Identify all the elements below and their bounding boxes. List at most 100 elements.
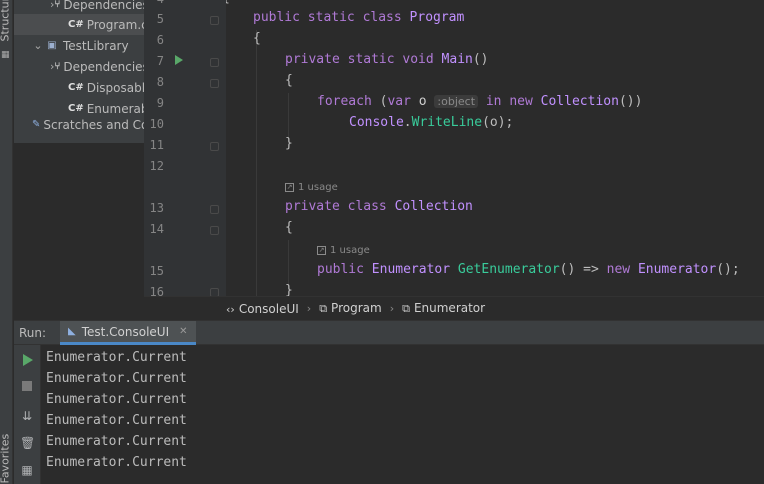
console-line: Enumerator.Current xyxy=(46,413,187,428)
usage-label: 1 usage xyxy=(298,182,338,193)
tree-item-testlibrary[interactable]: ⌄ ▣ TestLibrary xyxy=(14,35,144,56)
tree-item-dependencies-lib[interactable]: › ⑂ Dependencies xyxy=(14,56,144,77)
tree-item-dependencies[interactable]: › ⑂ Dependencies xyxy=(14,0,144,15)
line-number: 4 xyxy=(144,0,164,6)
breadcrumb-item-consoleui[interactable]: ‹› ConsoleUI xyxy=(226,302,299,316)
editor-gutter: 4 5 6 7 8 9 10 11 12 13 14 15 16 xyxy=(144,0,226,299)
punctuation: () xyxy=(472,52,489,67)
class-icon: ⧉ xyxy=(402,302,410,315)
type-name: Enumerator xyxy=(371,262,451,277)
method-name: Main xyxy=(441,52,473,67)
punctuation: ()) xyxy=(618,94,643,109)
code-line-8: { xyxy=(285,73,293,88)
usages-icon: ↗ xyxy=(285,183,294,192)
punctuation: ( xyxy=(371,94,388,109)
code-line-5: public static class Program xyxy=(253,10,464,25)
run-toolbar: ⇊ 🗑 ▦ xyxy=(14,345,41,484)
line-number: 7 xyxy=(156,54,164,68)
dependencies-icon: ⑂ xyxy=(54,61,61,72)
stop-button[interactable] xyxy=(22,381,32,391)
console-line: Enumerator.Current xyxy=(46,350,187,365)
breadcrumb-label: Program xyxy=(331,301,382,315)
code-editor[interactable]: { public static class Program { private … xyxy=(226,0,764,296)
run-gutter-icon[interactable] xyxy=(175,55,183,65)
favorites-tool-tab[interactable]: Favorites xyxy=(0,434,12,484)
project-icon: ▣ xyxy=(47,40,57,51)
keyword: private class xyxy=(285,199,387,214)
code-line-15: public Enumerator GetEnumerator() => new… xyxy=(317,262,740,277)
type-name: Collection xyxy=(540,94,619,109)
line-number: 13 xyxy=(149,201,164,215)
usage-hint[interactable]: ↗ 1 usage xyxy=(285,182,338,193)
rerun-button[interactable] xyxy=(23,354,33,366)
indent-guide xyxy=(256,30,257,296)
fold-marker[interactable] xyxy=(210,58,219,67)
namespace-icon: ‹› xyxy=(226,302,235,316)
fold-marker[interactable] xyxy=(210,142,219,151)
line-number: 14 xyxy=(149,222,164,236)
fold-marker[interactable] xyxy=(210,16,219,25)
tree-item-label: Dependencies xyxy=(63,59,144,74)
fold-marker[interactable] xyxy=(210,79,219,88)
console-line: Enumerator.Current xyxy=(46,434,187,449)
line-number: 9 xyxy=(156,96,164,110)
run-panel-header: Run: ◣ Test.ConsoleUI ✕ xyxy=(14,320,764,345)
code-line-11: } xyxy=(285,136,293,151)
line-number: 15 xyxy=(149,264,164,278)
run-tab-test-consoleui[interactable]: ◣ Test.ConsoleUI ✕ xyxy=(60,321,196,345)
tree-item-disposable[interactable]: C# Disposable xyxy=(14,77,144,98)
left-tool-strip: Structure ▦ Favorites xyxy=(0,0,13,484)
tree-item-label: Disposable xyxy=(86,80,144,95)
keyword: new xyxy=(606,262,631,277)
tree-item-scratches[interactable]: ✎ Scratches and Consoles xyxy=(14,114,144,135)
code-line-6: { xyxy=(253,31,261,46)
scroll-to-end-icon[interactable]: ⇊ xyxy=(20,409,34,423)
type-hint: :object xyxy=(434,95,479,108)
punctuation: (); xyxy=(716,262,740,277)
type-name: Program xyxy=(409,10,465,25)
line-number: 5 xyxy=(156,12,164,26)
dependencies-icon: ⑂ xyxy=(54,0,61,10)
punctuation: (o); xyxy=(482,115,514,130)
line-number: 8 xyxy=(156,75,164,89)
breadcrumb-item-program[interactable]: ⧉ Program xyxy=(319,301,382,316)
console-output[interactable]: Enumerator.Current Enumerator.Current En… xyxy=(41,345,764,484)
structure-tool-tab[interactable]: Structure xyxy=(0,0,12,42)
line-number: 11 xyxy=(149,138,164,152)
punctuation: () => xyxy=(559,262,607,277)
type-name: Console xyxy=(349,115,404,130)
trash-icon[interactable]: 🗑 xyxy=(20,436,35,450)
tree-item-program-cs[interactable]: C# Program.cs xyxy=(14,14,144,35)
project-tree: › ⑂ Dependencies C# Program.cs ⌄ ▣ TestL… xyxy=(14,0,144,143)
layout-icon[interactable]: ▦ xyxy=(20,463,34,477)
run-tab-label: Test.ConsoleUI xyxy=(81,324,170,339)
usages-icon: ↗ xyxy=(317,246,326,255)
keyword: public static class xyxy=(253,10,402,25)
console-line: Enumerator.Current xyxy=(46,392,187,407)
keyword: in new xyxy=(478,94,541,109)
usage-label: 1 usage xyxy=(330,245,370,256)
breadcrumb-item-enumerator[interactable]: ⧉ Enumerator xyxy=(402,301,485,316)
breadcrumb-label: Enumerator xyxy=(413,301,486,315)
console-line: Enumerator.Current xyxy=(46,371,187,386)
fold-marker[interactable] xyxy=(210,205,219,214)
chevron-down-icon[interactable]: ⌄ xyxy=(32,39,44,52)
line-number: 12 xyxy=(149,159,164,173)
fold-marker[interactable] xyxy=(210,226,219,235)
code-line-16: } xyxy=(285,283,293,296)
code-line-7: private static void Main() xyxy=(285,52,489,67)
breadcrumb-label: ConsoleUI xyxy=(238,301,299,316)
scratches-icon: ✎ xyxy=(32,119,41,130)
keyword: var xyxy=(387,94,411,109)
method-call: WriteLine xyxy=(411,115,483,130)
run-panel-title: Run: xyxy=(19,326,47,340)
console-line: Enumerator.Current xyxy=(46,455,187,470)
chevron-right-icon: › xyxy=(389,302,395,315)
usage-hint[interactable]: ↗ 1 usage xyxy=(317,245,370,256)
close-icon[interactable]: ✕ xyxy=(179,326,187,337)
type-name: Collection xyxy=(394,199,473,214)
keyword: public xyxy=(317,262,364,277)
structure-icon[interactable]: ▦ xyxy=(1,50,10,60)
tree-item-label: TestLibrary xyxy=(63,38,129,53)
csharp-file-icon: C# xyxy=(68,103,84,114)
